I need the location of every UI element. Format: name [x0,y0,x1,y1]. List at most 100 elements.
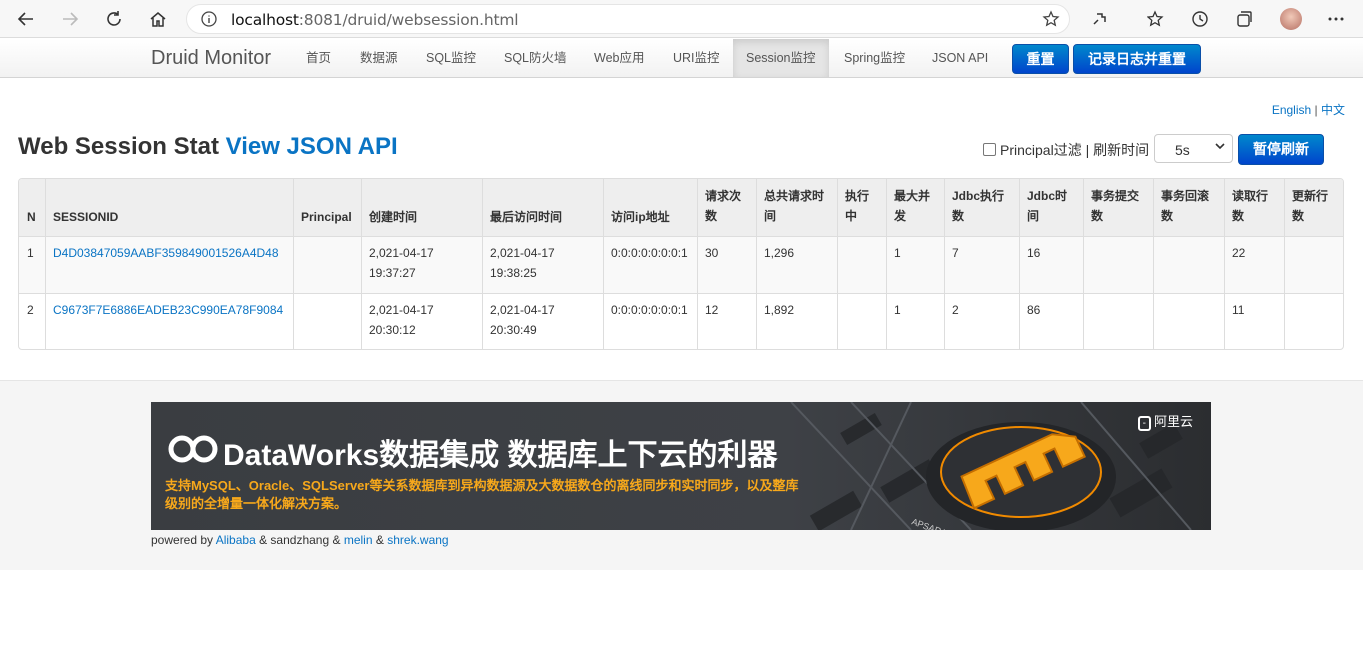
column-header-n[interactable]: N [27,207,36,227]
more-icon[interactable] [1322,5,1350,33]
cell-text: 19:37:27 [369,266,416,280]
column-header-max-concurrent[interactable]: 最大并发 [894,186,930,226]
info-icon[interactable] [195,5,223,33]
cell-jdbc-time: 86 [1027,303,1041,317]
nav-wall[interactable]: SQL防火墙 [491,39,580,77]
column-header-principal[interactable]: Principal [301,207,352,227]
cell-n: 2 [27,303,34,317]
alibaba-link[interactable]: Alibaba [216,533,256,547]
column-header-text: 最后访问时间 [490,210,563,224]
history-icon[interactable] [1186,5,1214,33]
brand[interactable]: Druid Monitor [151,47,271,70]
cell-total-request-time: 1,892 [764,303,795,317]
lang-english-link[interactable]: English [1272,103,1311,117]
cell-ip-address: 0:0:0:0:0:0:0:1 [611,246,688,260]
column-header-last-access-time[interactable]: 最后访问时间 [490,207,562,227]
column-header-text: 请求次 [705,189,742,203]
page-title-text: Web Session Stat [18,133,219,160]
cell-text: 2,021-04-17 [369,303,434,317]
column-header-text: 数 [952,209,965,223]
cell-max-concurrent: 1 [894,246,901,260]
session-table: N SESSIONID Principal 创建时间 最后访问时间 访问ip地址 请求次数总… [18,178,1344,350]
nav-spring[interactable]: Spring监控 [831,39,918,77]
column-header-created-time[interactable]: 创建时间 [369,207,417,227]
language-switcher: English | 中文 [1272,101,1345,118]
lang-chinese-link[interactable]: 中文 [1321,103,1345,117]
banner-subtitle: 支持MySQL、Oracle、SQLServer等关系数据库到异构数据源及大数据… [165,478,799,511]
add-favorite-icon[interactable] [1037,5,1065,33]
druid-navbar: Druid Monitor 首页 数据源 SQL监控 SQL防火墙 Web应用 … [0,39,1363,78]
column-header-request-count[interactable]: 请求次数 [705,186,741,226]
footer: APSARA DataWorks数据集成 数据库上下云的利器 支持MySQL、O… [0,380,1363,570]
column-header-tx-commit-count[interactable]: 事务提交数 [1091,186,1139,226]
dataworks-banner[interactable]: APSARA DataWorks数据集成 数据库上下云的利器 支持MySQL、O… [151,402,1211,530]
column-header-text: 间 [764,209,777,223]
nav-webapp[interactable]: Web应用 [581,39,657,77]
cell-created-time: 2,021-04-17 19:37:27 [369,243,434,283]
log-and-reset-button[interactable]: 记录日志并重置 [1073,44,1201,74]
column-divider [1083,179,1084,349]
column-divider [1224,179,1225,349]
principal-filter-checkbox[interactable] [983,143,996,156]
cell-jdbc-exec-count: 2 [952,303,959,317]
powered-by: powered by Alibaba & sandzhang & melin &… [151,533,449,547]
home-icon[interactable] [144,5,172,33]
aliyun-logo-text: 阿里云 [1153,414,1193,429]
cell-max-concurrent: 1 [894,303,901,317]
column-header-text: 事务回滚 [1161,189,1210,203]
cell-request-count: 30 [705,246,719,260]
cell-sessionid[interactable]: C9673F7E6886EADEB23C990EA78F9084 [53,300,283,320]
forward-icon[interactable] [56,5,84,33]
nav-datasource[interactable]: 数据源 [347,39,411,77]
collections-icon[interactable] [1230,5,1258,33]
column-divider [697,179,698,349]
column-header-update-rows[interactable]: 更新行数 [1292,186,1328,226]
avatar[interactable] [1277,5,1305,33]
column-header-jdbc-exec-count[interactable]: Jdbc执行数 [952,186,1004,226]
cell-jdbc-time: 16 [1027,246,1041,260]
column-header-running[interactable]: 执行中 [845,186,869,226]
column-header-tx-rollback-count[interactable]: 事务回滚数 [1161,186,1209,226]
cell-sessionid[interactable]: D4D03847059AABF359849001526A4D48 [53,243,279,263]
table-header [19,179,1343,237]
refresh-interval-select[interactable]: 5s [1154,134,1233,163]
column-header-read-rows[interactable]: 读取行数 [1232,186,1268,226]
column-header-text: 读取行 [1232,189,1269,203]
column-divider [1019,179,1020,349]
address-bar[interactable]: localhost:8081/druid/websession.html [186,4,1070,34]
column-header-text: 总共请求时 [764,189,825,203]
shrek-link[interactable]: shrek.wang [387,533,448,547]
column-header-sessionid[interactable]: SESSIONID [53,207,118,227]
column-header-jdbc-time[interactable]: Jdbc时间 [1027,186,1067,226]
cell-text: 2,021-04-17 [490,246,555,260]
column-divider [482,179,483,349]
nav-session[interactable]: Session监控 [733,39,829,77]
column-divider [837,179,838,349]
melin-link[interactable]: melin [344,533,373,547]
back-icon[interactable] [12,5,40,33]
extensions-icon[interactable] [1086,5,1114,33]
column-divider [603,179,604,349]
reset-button[interactable]: 重置 [1012,44,1069,74]
column-header-ip-address[interactable]: 访问ip地址 [611,207,670,227]
nav-json-api[interactable]: JSON API [919,39,1001,77]
nav-uri[interactable]: URI监控 [660,39,733,77]
refresh-icon[interactable] [100,5,128,33]
powered-by-label: powered by [151,533,214,547]
amp-text: & [375,533,384,547]
pause-refresh-button[interactable]: 暂停刷新 [1238,134,1324,165]
column-header-text: 发 [894,209,907,223]
column-header-text: N [27,210,36,224]
lang-separator: | [1314,103,1318,117]
column-header-text: 数 [1232,209,1245,223]
url-text: localhost:8081/druid/websession.html [231,11,519,29]
favorites-icon[interactable] [1142,5,1170,33]
column-header-text: 事务提交 [1091,189,1140,203]
column-header-total-request-time[interactable]: 总共请求时间 [764,186,824,226]
nav-home[interactable]: 首页 [293,39,344,77]
column-divider [1284,179,1285,349]
view-json-api-link[interactable]: View JSON API [226,133,398,160]
nav-sql[interactable]: SQL监控 [413,39,489,77]
column-divider [361,179,362,349]
cell-jdbc-exec-count: 7 [952,246,959,260]
